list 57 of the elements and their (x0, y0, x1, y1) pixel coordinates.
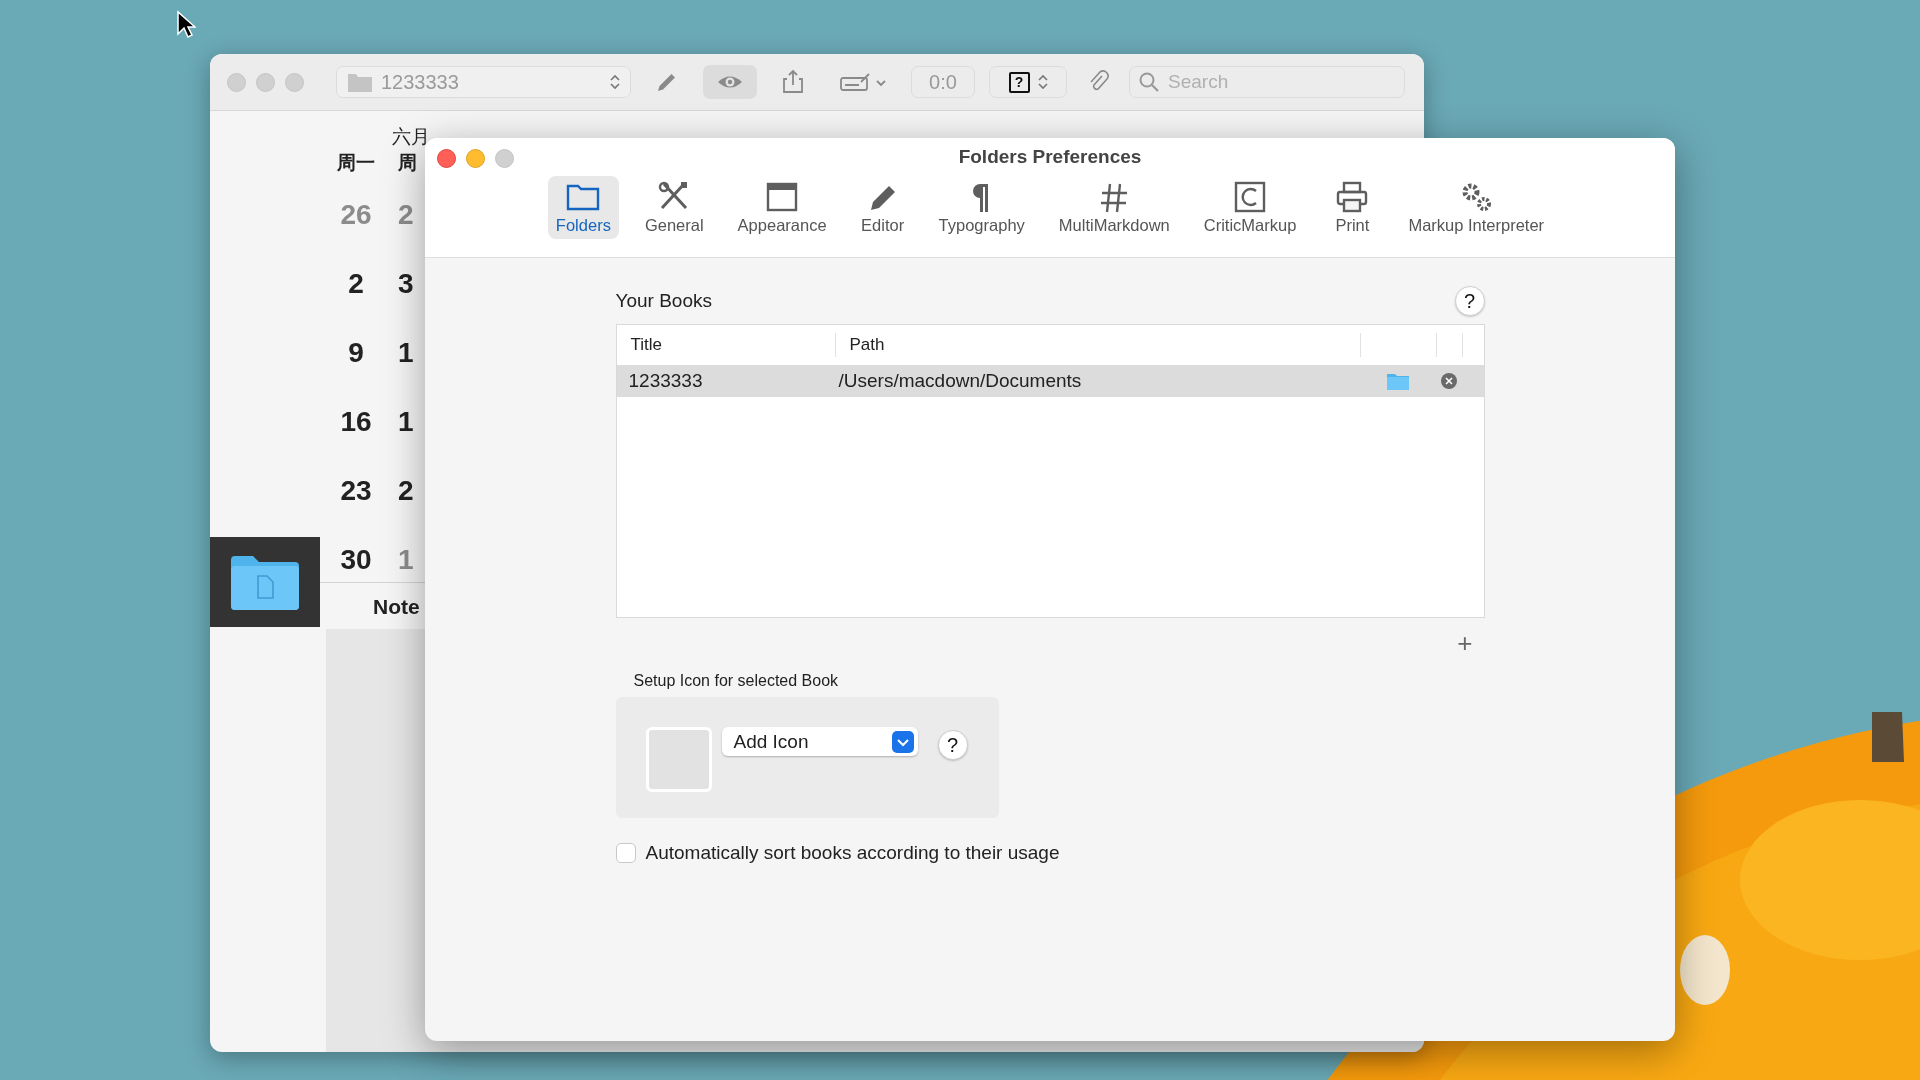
day-number[interactable]: 2 (348, 249, 364, 318)
group-label: Setup Icon for selected Book (633, 672, 840, 690)
month-label: 六月 (392, 125, 431, 146)
toolbar-tab[interactable]: Markup Interpreter (1400, 176, 1553, 239)
search-field[interactable]: Search (1129, 66, 1405, 98)
column-header[interactable]: Title (616, 333, 835, 357)
window-control-button[interactable] (466, 149, 485, 168)
toolbar-tab[interactable]: Folders (547, 176, 619, 239)
cursor-icon (176, 10, 196, 40)
folder-icon (1385, 371, 1410, 391)
day-number[interactable]: 30 (340, 525, 372, 594)
window-control-button[interactable] (437, 149, 456, 168)
toolbar-tab[interactable]: Print (1322, 176, 1383, 239)
toolbar-tab[interactable]: General (636, 176, 712, 239)
table-row[interactable]: 1233333 /Users/macdown/Documents (616, 365, 1484, 397)
day-number[interactable]: 23 (340, 456, 372, 525)
day-number[interactable]: 3 (398, 249, 414, 318)
table-cell-text: /Users/macdown/Documents (837, 369, 1083, 393)
remove-icon (1439, 372, 1458, 390)
toolbar-tab[interactable]: Editor (852, 176, 913, 239)
image-well[interactable] (645, 727, 712, 792)
day-number[interactable]: 9 (348, 318, 364, 387)
toolbar-tab[interactable]: Typography (930, 176, 1033, 239)
signature-icon (839, 70, 887, 94)
day-number[interactable]: 16 (340, 387, 372, 456)
chevron-icon (891, 730, 914, 753)
table-cell-text: 1233333 (627, 369, 704, 393)
share-icon (781, 69, 805, 95)
document-name: 1233333 (381, 70, 460, 94)
toolbar-tab[interactable]: Appearance (729, 176, 835, 239)
toolbar-tab[interactable]: CriticMarkup (1195, 176, 1305, 239)
window-title: Folders Preferences (958, 146, 1142, 168)
add-button[interactable]: + (1445, 628, 1485, 658)
day-number[interactable]: 2 (398, 456, 414, 525)
stepper-icon (1037, 73, 1048, 91)
weekday-label: 周 (398, 151, 417, 175)
toolbar-button[interactable] (703, 65, 757, 99)
notes-heading: Note (373, 595, 421, 620)
day-number[interactable]: 1 (398, 387, 414, 456)
sidebar-item[interactable] (210, 537, 320, 627)
column-header[interactable]: Path (834, 333, 1360, 357)
weekday-label: 周一 (337, 151, 375, 175)
popup-button[interactable]: Add Icon (721, 727, 918, 756)
checkbox-label: Automatically sort books according to their usage (645, 842, 1060, 864)
checkbox[interactable] (615, 843, 636, 863)
counter-field: 0:0 (911, 66, 975, 98)
section-heading: Your Books (615, 290, 712, 312)
help-badge: ? (1008, 71, 1030, 93)
stepper-icon (610, 73, 620, 91)
help-popup[interactable]: ? (989, 66, 1067, 98)
help-button[interactable]: ? (1454, 286, 1485, 316)
folder-icon (347, 71, 373, 93)
help-button[interactable]: ? (937, 730, 968, 760)
search-icon (1138, 71, 1160, 93)
toolbar-tab[interactable]: MultiMarkdown (1050, 176, 1178, 239)
day-number[interactable]: 1 (398, 318, 414, 387)
window-control-button[interactable] (495, 149, 514, 168)
